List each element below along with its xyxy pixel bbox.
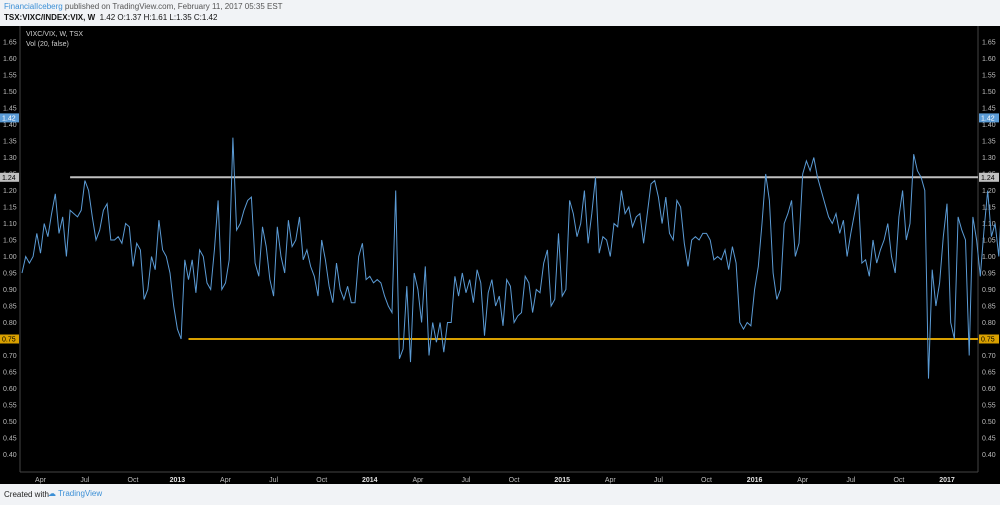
- y-tick-label-left: 0.80: [3, 320, 17, 327]
- y-tick-label-left: 1.05: [3, 238, 17, 245]
- y-tick-label-right: 1.55: [982, 73, 996, 80]
- y-tick-label-left: 0.65: [3, 370, 17, 377]
- x-tick-label: 2015: [554, 477, 570, 484]
- y-tick-label-right: 1.45: [982, 106, 996, 113]
- y-tick-label-left: 1.15: [3, 205, 17, 212]
- y-tick-label-right: 0.60: [982, 386, 996, 393]
- y-tick-label-right: 1.65: [982, 40, 996, 47]
- y-tick-label-left: 1.30: [3, 155, 17, 162]
- y-tick-label-left: 1.40: [3, 122, 17, 129]
- y-tick-label-left: 0.50: [3, 419, 17, 426]
- tradingview-brand: TradingView: [58, 489, 103, 498]
- legend-symbol: VIXC/VIX, W, TSX: [26, 31, 84, 38]
- y-tick-label-right: 0.95: [982, 271, 996, 278]
- tradingview-logo[interactable]: ☁ TradingView: [48, 489, 102, 498]
- resistance-label-left: 1.24: [2, 175, 16, 182]
- x-tick-label: 2017: [939, 477, 955, 484]
- y-tick-label-right: 0.65: [982, 370, 996, 377]
- symbol-line: TSX:VIXC/INDEX:VIX, W 1.42 O:1.37 H:1.61…: [4, 13, 217, 22]
- y-tick-label-right: 0.40: [982, 452, 996, 459]
- y-tick-label-right: 1.50: [982, 89, 996, 96]
- y-tick-label-right: 1.30: [982, 155, 996, 162]
- y-tick-label-left: 0.55: [3, 403, 17, 410]
- x-tick-label: Apr: [797, 477, 809, 484]
- created-with-text: Created with: [4, 490, 49, 499]
- x-tick-label: Oct: [893, 477, 904, 484]
- y-tick-label-left: 1.35: [3, 139, 17, 146]
- last-price-label-right: 1.42: [981, 115, 995, 122]
- y-tick-label-left: 1.60: [3, 56, 17, 63]
- x-tick-label: Apr: [220, 477, 232, 484]
- y-tick-label-left: 1.10: [3, 221, 17, 228]
- y-tick-label-left: 0.45: [3, 436, 17, 443]
- y-tick-label-right: 0.90: [982, 287, 996, 294]
- y-tick-label-right: 0.70: [982, 353, 996, 360]
- x-tick-label: Jul: [269, 477, 278, 484]
- y-tick-label-right: 0.50: [982, 419, 996, 426]
- chart-legend: VIXC/VIX, W, TSX Vol (20, false): [26, 30, 83, 50]
- y-tick-label-left: 1.55: [3, 73, 17, 80]
- y-tick-label-right: 0.80: [982, 320, 996, 327]
- y-tick-label-right: 0.85: [982, 304, 996, 311]
- x-tick-label: Oct: [316, 477, 327, 484]
- x-tick-label: Jul: [654, 477, 663, 484]
- y-tick-label-right: 0.55: [982, 403, 996, 410]
- y-tick-label-right: 1.05: [982, 238, 996, 245]
- resistance-label-right: 1.24: [981, 175, 995, 182]
- footer-bar: [0, 484, 1000, 505]
- support-label-right: 0.75: [981, 337, 995, 344]
- y-tick-label-right: 1.35: [982, 139, 996, 146]
- x-tick-label: Jul: [846, 477, 855, 484]
- y-tick-label-right: 0.45: [982, 436, 996, 443]
- x-tick-label: Jul: [462, 477, 471, 484]
- y-tick-label-left: 0.90: [3, 287, 17, 294]
- chart-canvas[interactable]: 1.65 1.65 1.60 1.60 1.55 1.55 1.50 1.50 1.45 1.45…: [0, 26, 1000, 484]
- x-tick-label: Apr: [412, 477, 424, 484]
- last-price-label-left: 1.42: [2, 115, 16, 122]
- x-tick-label: Apr: [35, 477, 47, 484]
- publish-info: FinancialIceberg published on TradingVie…: [4, 2, 283, 11]
- y-tick-label-right: 1.60: [982, 56, 996, 63]
- x-tick-label: Oct: [509, 477, 520, 484]
- symbol-name: TSX:VIXC/INDEX:VIX, W: [4, 13, 96, 22]
- x-tick-label: 2014: [362, 477, 378, 484]
- legend-volume: Vol (20, false): [26, 41, 69, 48]
- y-tick-label-left: 1.65: [3, 40, 17, 47]
- publish-text: published on TradingView.com, February 1…: [62, 2, 283, 11]
- ohlc-values: 1.42 O:1.37 H:1.61 L:1.35 C:1.42: [99, 13, 218, 22]
- x-tick-label: 2013: [170, 477, 186, 484]
- y-tick-label-left: 0.85: [3, 304, 17, 311]
- y-tick-label-right: 1.20: [982, 188, 996, 195]
- y-tick-label-left: 1.00: [3, 254, 17, 261]
- y-tick-label-left: 1.20: [3, 188, 17, 195]
- x-tick-label: Apr: [605, 477, 617, 484]
- y-tick-label-left: 1.45: [3, 106, 17, 113]
- x-tick-label: 2016: [747, 477, 763, 484]
- y-tick-label-right: 1.40: [982, 122, 996, 129]
- y-tick-label-left: 0.40: [3, 452, 17, 459]
- y-tick-label-left: 0.95: [3, 271, 17, 278]
- author-link[interactable]: FinancialIceberg: [4, 2, 63, 11]
- x-tick-label: Jul: [80, 477, 89, 484]
- x-tick-label: Oct: [701, 477, 712, 484]
- y-tick-label-left: 1.50: [3, 89, 17, 96]
- support-label-left: 0.75: [2, 337, 16, 344]
- y-tick-label-right: 1.00: [982, 254, 996, 261]
- cloud-icon: ☁: [48, 489, 56, 498]
- y-tick-label-left: 0.70: [3, 353, 17, 360]
- y-tick-label-left: 0.60: [3, 386, 17, 393]
- x-tick-label: Oct: [128, 477, 139, 484]
